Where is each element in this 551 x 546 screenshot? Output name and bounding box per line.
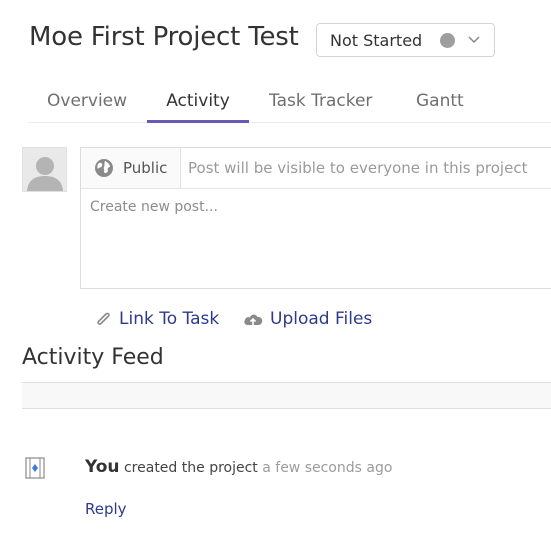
project-icon [25, 457, 45, 479]
status-label: Not Started [330, 30, 423, 50]
status-dropdown[interactable]: Not Started [316, 23, 495, 57]
feed-timestamp: a few seconds ago [262, 460, 393, 476]
list-item: You created the project a few seconds ag… [85, 457, 392, 477]
avatar [22, 147, 67, 192]
tab-task-tracker[interactable]: Task Tracker [269, 82, 372, 121]
visibility-button[interactable]: Public [81, 148, 181, 188]
visibility-hint: Post will be visible to everyone in this… [188, 159, 528, 177]
visibility-label: Public [123, 159, 168, 177]
status-dot-icon [440, 32, 455, 48]
project-page: Moe First Project Test Not Started Overv… [0, 0, 551, 546]
user-avatar-icon [26, 157, 63, 191]
cloud-upload-icon [244, 314, 263, 325]
upload-files-label: Upload Files [270, 309, 373, 329]
link-to-task-button[interactable]: Link To Task [93, 309, 219, 329]
tab-gantt[interactable]: Gantt [416, 82, 464, 121]
paperclip-icon [97, 312, 110, 325]
tab-activity[interactable]: Activity [147, 82, 249, 123]
tab-overview[interactable]: Overview [47, 82, 127, 121]
chevron-down-icon [468, 34, 480, 46]
link-to-task-label: Link To Task [119, 309, 220, 329]
page-title: Moe First Project Test [29, 22, 299, 52]
upload-files-button[interactable]: Upload Files [242, 309, 372, 329]
globe-icon [95, 159, 113, 177]
post-composer: Public Post will be visible to everyone … [80, 147, 551, 289]
tab-bar: Overview Activity Task Tracker Gantt [28, 82, 551, 123]
feed-filter-bar [22, 382, 551, 409]
composer-toolbar: Public Post will be visible to everyone … [81, 148, 551, 189]
activity-feed-title: Activity Feed [22, 345, 164, 370]
feed-action: created the project [123, 460, 258, 476]
reply-link[interactable]: Reply [85, 500, 127, 518]
post-input[interactable] [81, 189, 541, 285]
feed-actor: You [85, 457, 120, 477]
